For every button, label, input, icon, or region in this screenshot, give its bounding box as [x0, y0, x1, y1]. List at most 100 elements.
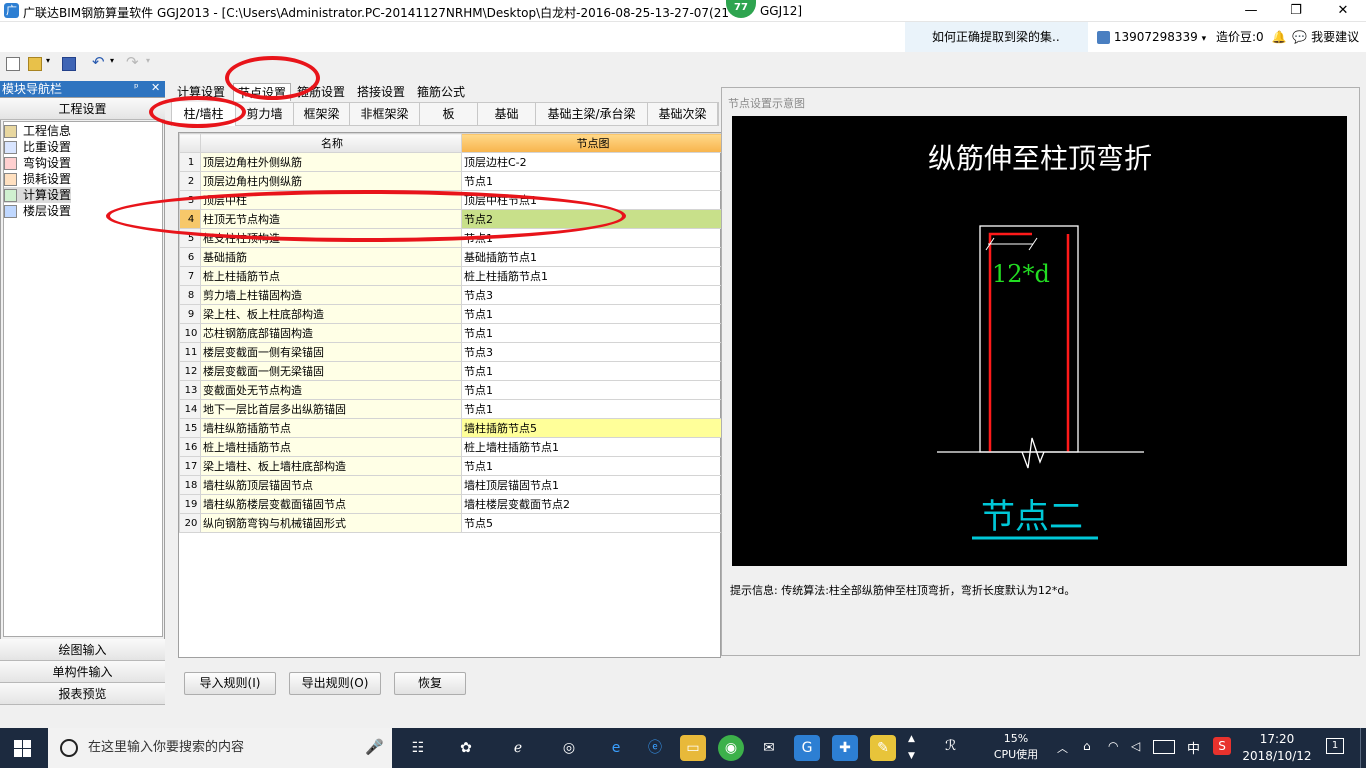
- row-node[interactable]: 节点1: [461, 399, 723, 419]
- nav-item-density[interactable]: 比重设置: [4, 139, 71, 155]
- table-row[interactable]: 2 顶层边角柱内侧纵筋 节点1: [179, 171, 723, 191]
- node-column-header[interactable]: 节点图: [461, 133, 723, 153]
- restore-button[interactable]: 恢复: [394, 672, 466, 695]
- help-tip-link[interactable]: 如何正确提取到梁的集..: [905, 22, 1088, 52]
- table-row[interactable]: 12 楼层变截面一侧无梁锚固 节点1: [179, 361, 723, 381]
- tab-stirrup-formula[interactable]: 箍筋公式: [413, 83, 469, 101]
- taskbar-search-input[interactable]: 在这里输入你要搜索的内容: [48, 728, 392, 768]
- keyboard-icon[interactable]: [1153, 740, 1175, 754]
- network-icon[interactable]: ⌂: [1083, 739, 1091, 753]
- show-desktop-button[interactable]: [1360, 728, 1366, 768]
- sogou-ime-icon[interactable]: S: [1213, 737, 1231, 755]
- qq-browser-icon[interactable]: ◎: [556, 735, 582, 761]
- edge-icon[interactable]: e: [603, 735, 629, 761]
- table-row[interactable]: 18 墙柱纵筋顶层锚固节点 墙柱顶层锚固节点1: [179, 475, 723, 495]
- table-row[interactable]: 11 楼层变截面一侧有梁锚固 节点3: [179, 342, 723, 362]
- subtab-foundation-main-beam[interactable]: 基础主梁/承台梁: [536, 102, 648, 126]
- minimize-button[interactable]: —: [1228, 0, 1274, 22]
- row-name[interactable]: 顶层边角柱外侧纵筋: [200, 152, 462, 172]
- open-folder-icon[interactable]: [28, 57, 42, 71]
- close-button[interactable]: ✕: [1320, 0, 1366, 22]
- row-node[interactable]: 桩上墙柱插筋节点1: [461, 437, 723, 457]
- import-rules-button[interactable]: 导入规则(I): [184, 672, 276, 695]
- redo-dropdown-icon[interactable]: ▾: [146, 56, 150, 65]
- nav-section-drawing-input[interactable]: 绘图输入: [0, 639, 165, 661]
- table-row[interactable]: 8 剪力墙上柱锚固构造 节点3: [179, 285, 723, 305]
- ie-icon[interactable]: ⓔ: [642, 735, 668, 761]
- mail-icon[interactable]: ✉: [756, 735, 782, 761]
- fan-app-icon[interactable]: ✿: [453, 735, 479, 761]
- subtab-slab[interactable]: 板: [420, 102, 478, 126]
- row-node[interactable]: 节点5: [461, 513, 723, 533]
- ime-indicator[interactable]: 中: [1187, 738, 1200, 757]
- row-name[interactable]: 地下一层比首层多出纵筋锚固: [200, 399, 462, 419]
- row-name[interactable]: 墙柱纵筋顶层锚固节点: [200, 475, 462, 495]
- subtab-frame-beam[interactable]: 框架梁: [294, 102, 350, 126]
- redo-icon[interactable]: ↷: [126, 53, 139, 71]
- row-node[interactable]: 桩上柱插筋节点1: [461, 266, 723, 286]
- row-node[interactable]: 顶层边柱C-2: [461, 152, 723, 172]
- table-row[interactable]: 6 基础插筋 基础插筋节点1: [179, 247, 723, 267]
- taskbar-scroll-icon[interactable]: ▲ ▼: [908, 731, 915, 765]
- nav-item-project-info[interactable]: 工程信息: [4, 123, 71, 139]
- row-name[interactable]: 墙柱纵筋楼层变截面锚固节点: [200, 494, 462, 514]
- action-center-icon[interactable]: 1: [1326, 738, 1344, 754]
- row-name[interactable]: 基础插筋: [200, 247, 462, 267]
- nav-item-hook[interactable]: 弯钩设置: [4, 155, 71, 171]
- row-node[interactable]: 节点3: [461, 342, 723, 362]
- glodon-app-icon[interactable]: ✚: [832, 735, 858, 761]
- table-row[interactable]: 9 梁上柱、板上柱底部构造 节点1: [179, 304, 723, 324]
- nav-section-report-preview[interactable]: 报表预览: [0, 683, 165, 705]
- subtab-foundation[interactable]: 基础: [478, 102, 536, 126]
- row-name[interactable]: 楼层变截面一侧有梁锚固: [200, 342, 462, 362]
- row-node[interactable]: 节点1: [461, 171, 723, 191]
- table-row[interactable]: 16 桩上墙柱插筋节点 桩上墙柱插筋节点1: [179, 437, 723, 457]
- notes-app-icon[interactable]: ✎: [870, 735, 896, 761]
- microphone-icon[interactable]: 🎤: [365, 738, 384, 756]
- table-row[interactable]: 13 变截面处无节点构造 节点1: [179, 380, 723, 400]
- maximize-button[interactable]: ❐: [1273, 0, 1319, 22]
- subtab-foundation-secondary-beam[interactable]: 基础次梁: [648, 102, 718, 126]
- nav-item-loss[interactable]: 损耗设置: [4, 171, 71, 187]
- task-view-icon[interactable]: ☷: [405, 735, 431, 761]
- tray-chevron-icon[interactable]: ︿: [1057, 740, 1068, 756]
- pin-icon[interactable]: ᵖ: [134, 81, 139, 94]
- row-name[interactable]: 梁上柱、板上柱底部构造: [200, 304, 462, 324]
- table-row[interactable]: 15 墙柱纵筋插筋节点 墙柱插筋节点5: [179, 418, 723, 438]
- row-name[interactable]: 桩上柱插筋节点: [200, 266, 462, 286]
- tab-lap-settings[interactable]: 搭接设置: [353, 83, 409, 101]
- row-node[interactable]: 基础插筋节点1: [461, 247, 723, 267]
- table-row[interactable]: 17 梁上墙柱、板上墙柱底部构造 节点1: [179, 456, 723, 476]
- row-node[interactable]: 墙柱楼层变截面节点2: [461, 494, 723, 514]
- row-name[interactable]: 梁上墙柱、板上墙柱底部构造: [200, 456, 462, 476]
- row-name[interactable]: 墙柱纵筋插筋节点: [200, 418, 462, 438]
- row-node[interactable]: 墙柱顶层锚固节点1: [461, 475, 723, 495]
- nav-item-calc-settings[interactable]: 计算设置: [4, 187, 72, 203]
- table-row[interactable]: 20 纵向钢筋弯钩与机械锚固形式 节点5: [179, 513, 723, 533]
- undo-dropdown-icon[interactable]: ▾: [110, 56, 114, 65]
- row-node[interactable]: 节点1: [461, 304, 723, 324]
- undo-icon[interactable]: ↶: [92, 53, 105, 71]
- table-row[interactable]: 14 地下一层比首层多出纵筋锚固 节点1: [179, 399, 723, 419]
- nav-item-floor-settings[interactable]: 楼层设置: [4, 203, 71, 219]
- bell-icon[interactable]: 🔔: [1272, 30, 1287, 44]
- row-node[interactable]: 节点3: [461, 285, 723, 305]
- table-row[interactable]: 7 桩上柱插筋节点 桩上柱插筋节点1: [179, 266, 723, 286]
- name-column-header[interactable]: 名称: [200, 133, 462, 153]
- subtab-non-frame-beam[interactable]: 非框架梁: [350, 102, 420, 126]
- nav-section-single-component[interactable]: 单构件输入: [0, 661, 165, 683]
- nav-section-project-settings[interactable]: 工程设置: [0, 98, 165, 120]
- file-explorer-icon[interactable]: ▭: [680, 735, 706, 761]
- table-row[interactable]: 1 顶层边角柱外侧纵筋 顶层边柱C-2: [179, 152, 723, 172]
- row-name[interactable]: 剪力墙上柱锚固构造: [200, 285, 462, 305]
- new-file-icon[interactable]: [6, 57, 20, 71]
- row-node[interactable]: 节点1: [461, 323, 723, 343]
- row-name[interactable]: 纵向钢筋弯钩与机械锚固形式: [200, 513, 462, 533]
- row-node[interactable]: 节点1: [461, 361, 723, 381]
- wifi-icon[interactable]: ◠: [1108, 739, 1118, 753]
- row-node[interactable]: 墙柱插筋节点5: [461, 418, 723, 438]
- row-name[interactable]: 变截面处无节点构造: [200, 380, 462, 400]
- row-name[interactable]: 顶层边角柱内侧纵筋: [200, 171, 462, 191]
- chevron-down-icon[interactable]: ▾: [1202, 34, 1207, 44]
- table-row[interactable]: 10 芯柱钢筋底部锚固构造 节点1: [179, 323, 723, 343]
